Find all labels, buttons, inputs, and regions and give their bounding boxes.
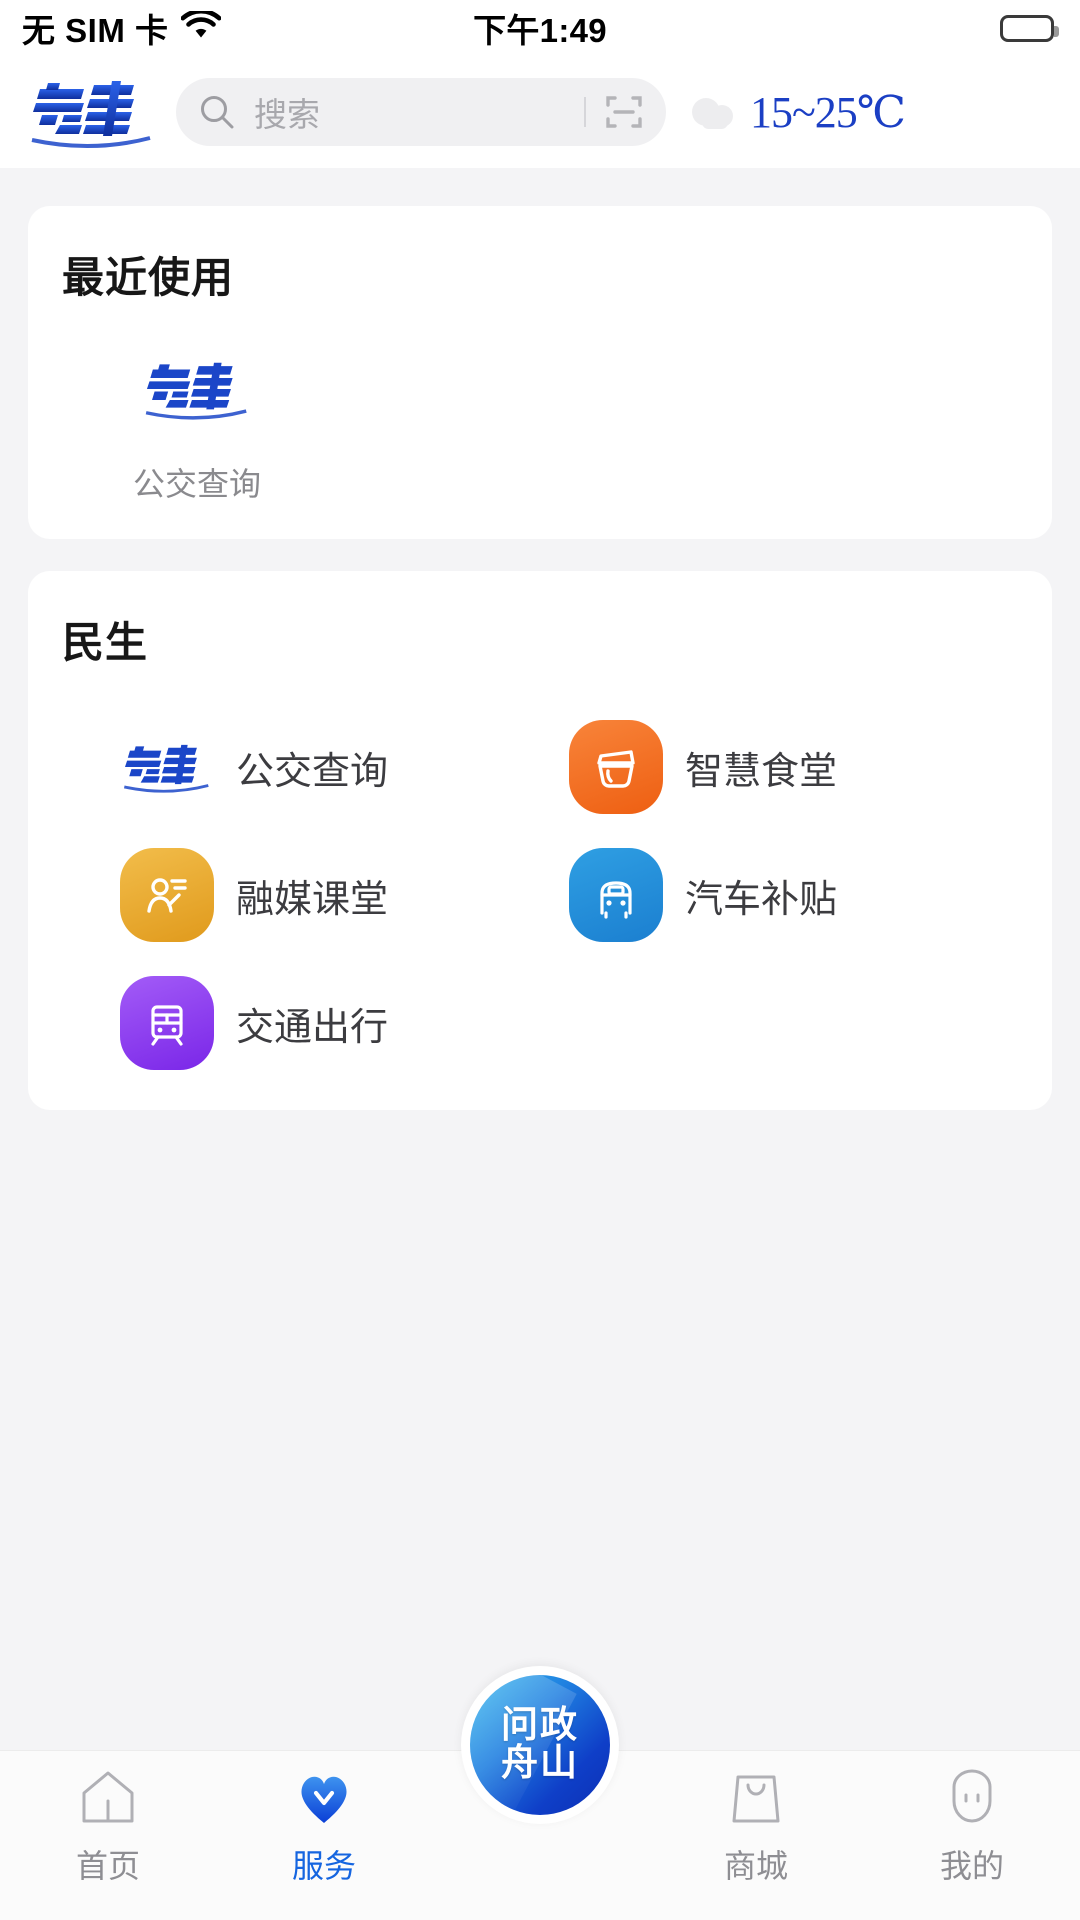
service-item-label: 公交查询	[236, 750, 389, 793]
app-screen: 无 SIM 卡 下午1:49 搜索 15~25℃ 最近使用 公交查询 民生 公交…	[0, 0, 1080, 1920]
recent-items-grid: 公交查询	[62, 353, 1018, 505]
service-item-label: 交通出行	[236, 1006, 389, 1049]
tab-label: 我的	[939, 1848, 1004, 1884]
wenzheng-zhoushan-button[interactable]: 问政 舟山	[461, 1666, 619, 1824]
person-card-icon	[120, 848, 214, 942]
service-item-label: 融媒课堂	[236, 878, 389, 921]
section-title-livelihood: 民生	[62, 621, 149, 667]
service-item-media-classroom[interactable]: 融媒课堂	[120, 842, 569, 948]
service-item-smart-canteen[interactable]: 智慧食堂	[569, 714, 1018, 820]
search-bar[interactable]: 搜索	[176, 78, 666, 146]
livelihood-card: 民生 公交查询 智慧食堂 融媒课堂 汽车补贴 交通出行	[28, 571, 1052, 1110]
service-item-bus-query[interactable]: 公交查询	[120, 714, 569, 820]
service-items-grid: 公交查询 智慧食堂 融媒课堂 汽车补贴 交通出行	[62, 714, 1018, 1076]
tab-home[interactable]: 首页	[0, 1765, 216, 1887]
jingzhou-logo-icon	[120, 720, 214, 814]
weather-temperature: 15~25℃	[750, 87, 906, 137]
profile-icon	[938, 1765, 1006, 1829]
app-header: 搜索 15~25℃	[0, 56, 1080, 168]
status-bar: 无 SIM 卡 下午1:49	[0, 0, 1080, 56]
service-item-car-subsidy[interactable]: 汽车补贴	[569, 842, 1018, 948]
search-input[interactable]: 搜索	[254, 88, 584, 136]
bowl-icon	[569, 720, 663, 814]
service-item-label: 智慧食堂	[685, 750, 838, 793]
clock-label: 下午1:49	[473, 12, 607, 49]
recent-item-bus-query[interactable]: 公交查询	[102, 353, 292, 505]
tab-label: 首页	[75, 1848, 140, 1884]
tab-services[interactable]: 服务	[216, 1765, 432, 1887]
recent-item-label: 公交查询	[132, 466, 261, 502]
battery-icon	[1000, 14, 1059, 42]
main-content: 最近使用 公交查询 民生 公交查询 智慧食堂 融媒课堂 汽车补贴 交通出行	[0, 168, 1080, 1750]
weather-widget[interactable]: 15~25℃	[684, 86, 906, 138]
service-item-label: 汽车补贴	[685, 878, 838, 921]
heart-check-icon	[290, 1765, 358, 1829]
status-bar-right	[1000, 0, 1059, 56]
jingzhou-logo-icon[interactable]	[26, 75, 158, 149]
shopping-bag-icon	[722, 1765, 790, 1829]
wenzheng-zhoushan-icon: 问政 舟山	[470, 1675, 610, 1815]
cloud-icon	[684, 86, 746, 138]
tab-label: 服务	[291, 1848, 356, 1884]
scan-icon[interactable]	[604, 92, 644, 132]
section-title-recent: 最近使用	[62, 256, 235, 302]
service-item-transportation[interactable]: 交通出行	[120, 970, 569, 1076]
home-icon	[74, 1765, 142, 1829]
tab-mine[interactable]: 我的	[864, 1765, 1080, 1887]
status-bar-center: 下午1:49	[0, 0, 1080, 56]
tab-mall[interactable]: 商城	[648, 1765, 864, 1887]
tab-label: 商城	[723, 1848, 788, 1884]
fab-label: 问政 舟山	[501, 1704, 579, 1784]
car-icon	[569, 848, 663, 942]
recently-used-card: 最近使用 公交查询	[28, 206, 1052, 539]
search-divider	[584, 97, 586, 127]
train-icon	[120, 976, 214, 1070]
jingzhou-logo-icon	[137, 353, 257, 425]
search-icon	[198, 93, 236, 131]
